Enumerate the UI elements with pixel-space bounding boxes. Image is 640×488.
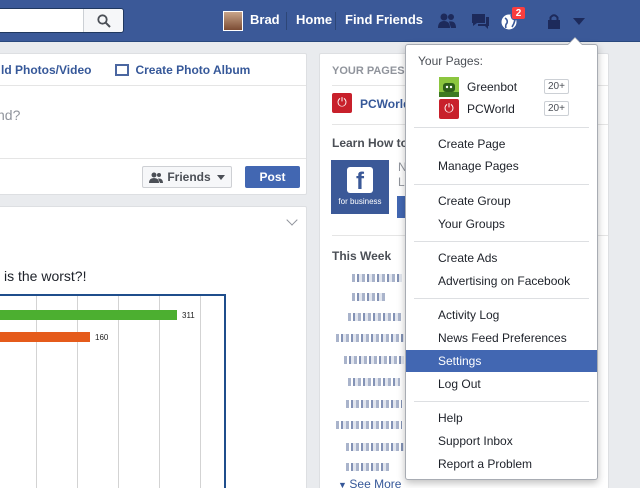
status-input[interactable]: nd? [0, 107, 20, 123]
post-composer: ld Photos/Video Create Photo Album nd? F… [0, 53, 307, 195]
pcworld-logo-icon [439, 99, 459, 119]
friend-requests-icon[interactable] [437, 12, 457, 30]
your-pages-label: Your Pages: [418, 54, 483, 68]
learn-how-header: Learn How to [332, 136, 409, 150]
menu-item-advertising[interactable]: Advertising on Facebook [406, 270, 597, 292]
pcworld-logo-icon [332, 93, 352, 113]
chart-gridline [200, 296, 201, 488]
chevron-down-icon [216, 174, 225, 180]
menu-item-report-problem[interactable]: Report a Problem [406, 453, 597, 475]
menu-item-help[interactable]: Help [406, 407, 597, 429]
composer-tabs: ld Photos/Video Create Photo Album [0, 54, 306, 86]
fb-business-caption: for business [338, 197, 382, 206]
composer-footer: Friends Post [0, 158, 306, 196]
blurred-stat [346, 400, 402, 408]
chevron-down-icon: ▼ [338, 480, 350, 488]
menu-page-pcworld[interactable]: PCWorld 20+ [439, 99, 589, 119]
chart-bar [0, 332, 90, 342]
menu-divider [414, 127, 589, 128]
facebook-logo-icon: f [347, 167, 373, 195]
search-icon [96, 13, 111, 28]
chart-gridline [77, 296, 78, 488]
menu-item-create-page[interactable]: Create Page [406, 133, 597, 155]
menu-item-create-ads[interactable]: Create Ads [406, 247, 597, 269]
this-week-header: This Week [332, 249, 392, 263]
blurred-stat [348, 313, 403, 321]
chart-data-label: 311 [182, 311, 195, 320]
blurred-stat [346, 463, 390, 471]
menu-divider [414, 298, 589, 299]
messages-icon[interactable] [470, 12, 490, 30]
chart-gridline [118, 296, 119, 488]
top-navigation-bar: Brad Home Find Friends 2 [0, 0, 640, 42]
blurred-stat [352, 274, 402, 282]
post-text: l is the worst?! [0, 268, 87, 284]
blurred-stat [336, 421, 402, 429]
post-options-chevron-icon[interactable] [286, 214, 298, 226]
nav-divider [335, 12, 336, 30]
search-button[interactable] [83, 9, 123, 32]
facebook-for-business-image[interactable]: f for business [331, 160, 389, 214]
bar-chart-image[interactable]: 311 160 [0, 294, 226, 488]
create-photo-album-tab[interactable]: Create Photo Album [115, 63, 250, 77]
chart-gridline [159, 296, 160, 488]
page-notification-count: 20+ [544, 79, 569, 94]
friends-icon [149, 172, 164, 183]
menu-divider [414, 184, 589, 185]
page-name: PCWorld [467, 102, 515, 116]
menu-item-news-feed-preferences[interactable]: News Feed Preferences [406, 327, 597, 349]
photo-album-icon [115, 64, 130, 77]
add-photos-video-tab[interactable]: ld Photos/Video [1, 63, 91, 77]
create-photo-album-label: Create Photo Album [135, 62, 251, 77]
greenbot-logo-icon [439, 77, 459, 97]
audience-selector-button[interactable]: Friends [142, 166, 232, 188]
menu-item-manage-pages[interactable]: Manage Pages [406, 155, 597, 177]
blurred-stat [352, 293, 387, 301]
find-friends-link[interactable]: Find Friends [345, 12, 423, 27]
menu-pointer-fill [568, 38, 582, 45]
menu-page-greenbot[interactable]: Greenbot 20+ [439, 77, 589, 97]
search-input[interactable] [0, 8, 124, 33]
menu-item-support-inbox[interactable]: Support Inbox [406, 430, 597, 452]
post-button[interactable]: Post [245, 166, 300, 188]
menu-divider [414, 401, 589, 402]
audience-label: Friends [167, 170, 211, 184]
account-dropdown-menu: Your Pages: Greenbot 20+ PCWorld 20+ Cre… [405, 44, 598, 480]
menu-item-activity-log[interactable]: Activity Log [406, 304, 597, 326]
your-pages-header: YOUR PAGES [332, 65, 405, 77]
avatar[interactable] [223, 11, 243, 31]
see-more-link[interactable]: ▼ See More [338, 477, 401, 488]
chart-data-label: 160 [95, 333, 109, 342]
blurred-stat [344, 356, 404, 364]
feed-post: l is the worst?! 311 160 [0, 206, 307, 488]
menu-item-settings[interactable]: Settings [406, 350, 597, 372]
privacy-shortcuts-icon[interactable] [544, 12, 564, 30]
account-menu-caret-icon[interactable] [573, 18, 585, 25]
home-link[interactable]: Home [296, 12, 332, 27]
menu-item-create-group[interactable]: Create Group [406, 190, 597, 212]
chart-bar [0, 310, 177, 320]
menu-item-your-groups[interactable]: Your Groups [406, 213, 597, 235]
notification-badge: 2 [511, 6, 526, 20]
menu-divider [414, 241, 589, 242]
chart-gridline [36, 296, 37, 488]
blurred-stat [336, 334, 404, 342]
page-name: Greenbot [467, 80, 518, 94]
blurred-stat [348, 378, 400, 386]
blurred-stat [346, 443, 404, 451]
page-notification-count: 20+ [544, 101, 569, 116]
pcworld-page-link[interactable]: PCWorld [360, 97, 410, 111]
see-more-label: See More [349, 477, 402, 488]
profile-link[interactable]: Brad [250, 12, 280, 27]
nav-divider [286, 12, 287, 30]
menu-item-log-out[interactable]: Log Out [406, 373, 597, 395]
